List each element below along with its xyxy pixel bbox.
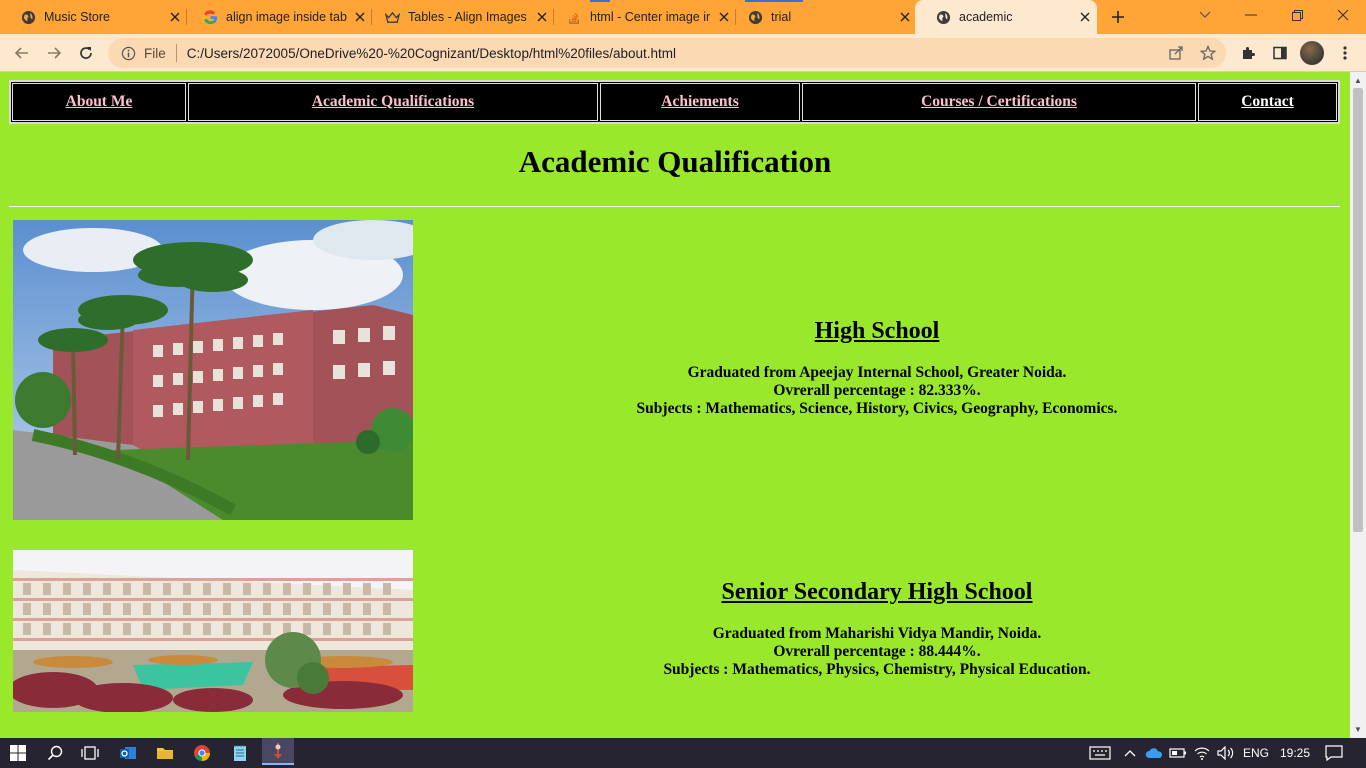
- keyboard-layout-icon[interactable]: [1087, 741, 1113, 765]
- share-icon[interactable]: [1166, 43, 1186, 63]
- section-line: Graduated from Apeejay Internal School, …: [687, 364, 1067, 381]
- scroll-down-arrow[interactable]: ▼: [1353, 724, 1363, 734]
- extensions-icon[interactable]: [1235, 40, 1261, 66]
- crown-icon: [384, 9, 400, 25]
- vertical-scrollbar[interactable]: ▲ ▼: [1350, 72, 1366, 738]
- close-icon[interactable]: [897, 9, 913, 25]
- volume-icon[interactable]: [1213, 741, 1239, 765]
- close-icon[interactable]: [1077, 9, 1093, 25]
- tab-academic[interactable]: academic: [915, 0, 1097, 34]
- windows-start-icon[interactable]: [5, 741, 31, 765]
- forward-button[interactable]: [41, 40, 67, 66]
- tab-loading-bar: [745, 0, 803, 2]
- section-senior-secondary: Senior Secondary High School Graduated f…: [413, 579, 1341, 679]
- nav-cell-academic: Academic Qualifications: [188, 83, 598, 121]
- bookmark-star-icon[interactable]: [1198, 43, 1218, 63]
- scroll-thumb[interactable]: [1353, 88, 1363, 532]
- globe-icon: [935, 9, 951, 25]
- nav-link-academic-qualifications[interactable]: Academic Qualifications: [312, 93, 474, 111]
- page-title: Academic Qualification: [518, 144, 832, 179]
- windows-taskbar: ENG 19:25: [0, 738, 1366, 768]
- file-explorer-icon[interactable]: [152, 741, 178, 765]
- clock[interactable]: 19:25: [1280, 738, 1310, 768]
- section-line: Graduated from Maharishi Vidya Mandir, N…: [712, 625, 1042, 642]
- section-line: Ovrerall percentage : 88.444%.: [773, 643, 981, 660]
- section-line: Subjects : Mathematics, Science, History…: [636, 400, 1118, 417]
- outlook-icon[interactable]: [115, 741, 141, 765]
- horizontal-rule: [9, 205, 1340, 207]
- url-text[interactable]: C:/Users/2072005/OneDrive%20-%20Cognizan…: [187, 46, 676, 61]
- active-app-icon[interactable]: [262, 738, 294, 765]
- profile-avatar[interactable]: [1300, 41, 1324, 65]
- tab-label: align image inside tab: [226, 10, 347, 24]
- chrome-icon[interactable]: [189, 741, 215, 765]
- section-heading: High School: [814, 318, 940, 344]
- tab-label: html - Center image ir: [590, 10, 711, 24]
- tab-label: Music Store: [44, 10, 110, 24]
- stackoverflow-icon: [566, 9, 582, 25]
- notification-icon[interactable]: [1321, 741, 1347, 765]
- close-icon[interactable]: [167, 9, 183, 25]
- divider: [175, 44, 177, 62]
- section-high-school: High School Graduated from Apeejay Inter…: [413, 318, 1341, 418]
- section-line: Ovrerall percentage : 82.333%.: [773, 382, 981, 399]
- onedrive-icon[interactable]: [1141, 741, 1167, 765]
- nav-cell-contact: Contact: [1198, 83, 1337, 121]
- nav-cell-achievements: Achiements: [600, 83, 800, 121]
- page-viewport: About Me Academic Qualifications Achieme…: [0, 72, 1350, 738]
- tab-trial[interactable]: trial: [727, 0, 917, 34]
- address-bar[interactable]: File C:/Users/2072005/OneDrive%20-%20Cog…: [108, 38, 1226, 68]
- menu-kebab-icon[interactable]: [1332, 40, 1358, 66]
- back-button[interactable]: [9, 40, 35, 66]
- nav-cell-about-me: About Me: [12, 83, 186, 121]
- browser-toolbar: File C:/Users/2072005/OneDrive%20-%20Cog…: [0, 34, 1366, 72]
- close-window-button[interactable]: [1320, 0, 1366, 30]
- battery-icon[interactable]: [1165, 741, 1191, 765]
- nav-cell-courses: Courses / Certifications: [802, 83, 1196, 121]
- tab-music-store[interactable]: Music Store: [0, 0, 187, 34]
- nav-link-achievements[interactable]: Achiements: [661, 93, 739, 111]
- section-line: Subjects : Mathematics, Physics, Chemist…: [663, 661, 1091, 678]
- tab-label: academic: [959, 10, 1013, 24]
- tab-strip: Music Store align image inside tab Table…: [0, 0, 1366, 34]
- tab-tables-align-images[interactable]: Tables - Align Images: [364, 0, 554, 34]
- new-tab-button[interactable]: [1106, 5, 1130, 29]
- tab-search-button[interactable]: [1182, 0, 1228, 30]
- globe-icon: [747, 9, 763, 25]
- wifi-icon[interactable]: [1189, 741, 1215, 765]
- nav-link-contact[interactable]: Contact: [1241, 93, 1294, 111]
- reload-button[interactable]: [73, 40, 99, 66]
- nav-link-courses-certifications[interactable]: Courses / Certifications: [921, 93, 1077, 111]
- nav-table: About Me Academic Qualifications Achieme…: [9, 80, 1340, 124]
- tab-label: Tables - Align Images: [408, 10, 527, 24]
- tab-html-center-image[interactable]: html - Center image ir: [546, 0, 736, 34]
- chevron-up-icon[interactable]: [1117, 741, 1143, 765]
- search-icon[interactable]: [42, 741, 68, 765]
- tab-loading-bar: [590, 0, 610, 2]
- restore-button[interactable]: [1274, 0, 1320, 30]
- tab-google-search[interactable]: align image inside tab: [182, 0, 372, 34]
- section-heading: Senior Secondary High School: [721, 579, 1033, 605]
- language-indicator[interactable]: ENG: [1243, 738, 1269, 768]
- task-view-icon[interactable]: [77, 741, 103, 765]
- scroll-up-arrow[interactable]: ▲: [1353, 75, 1363, 85]
- tab-label: trial: [771, 10, 792, 24]
- info-icon[interactable]: [120, 45, 136, 61]
- google-icon: [202, 9, 218, 25]
- high-school-photo: [13, 220, 413, 520]
- notepad-icon[interactable]: [227, 741, 253, 765]
- scheme-label: File: [144, 45, 166, 61]
- senior-secondary-photo: [13, 550, 413, 712]
- nav-link-about-me[interactable]: About Me: [66, 93, 133, 111]
- globe-icon: [20, 9, 36, 25]
- minimize-button[interactable]: [1228, 0, 1274, 30]
- side-panel-icon[interactable]: [1267, 40, 1293, 66]
